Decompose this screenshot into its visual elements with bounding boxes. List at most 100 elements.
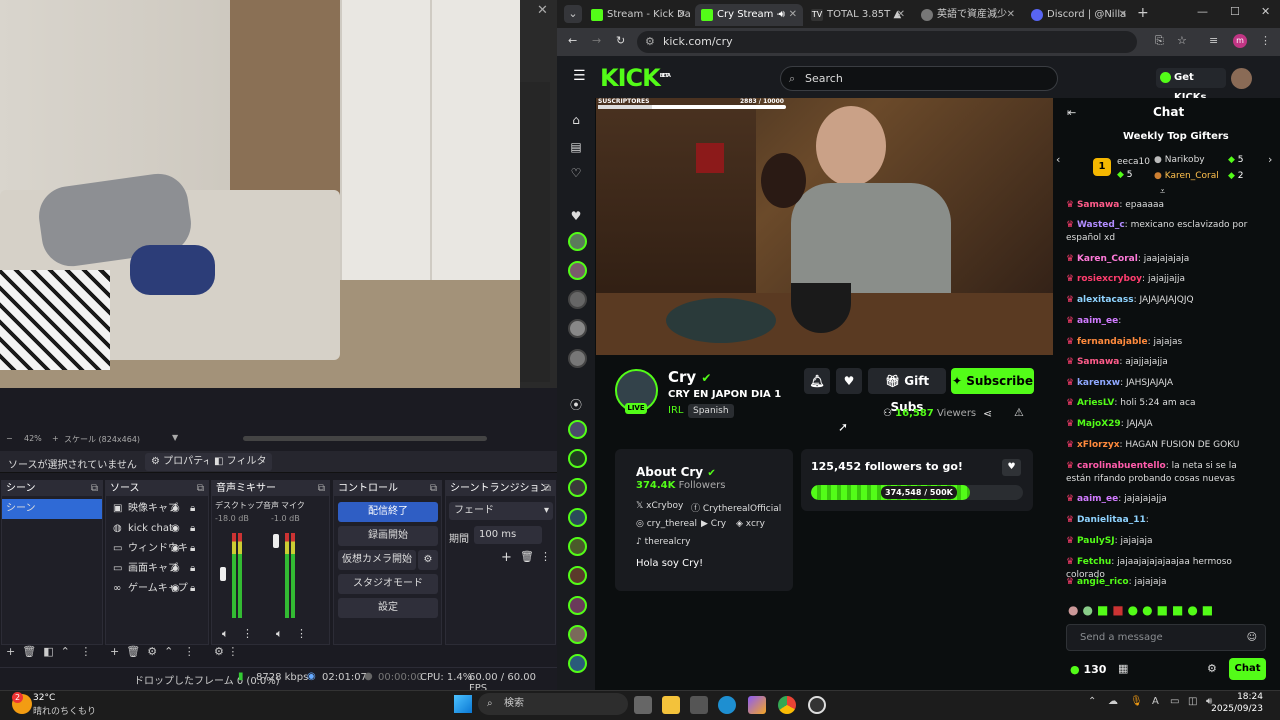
network-icon[interactable]: ◫ (1188, 696, 1197, 707)
gifter-name[interactable]: eeca10 (1117, 157, 1150, 167)
eye-icon[interactable]: ◉ (171, 539, 180, 559)
category-link[interactable]: IRL (668, 405, 683, 416)
gear-icon[interactable]: ⚙ (418, 550, 438, 570)
chat-username[interactable]: xFlorzyx (1077, 440, 1120, 450)
speaker-icon[interactable]: 🔈︎ (276, 627, 283, 641)
tab-total[interactable]: TV TOTAL 3.85T ▲ ✕ (805, 4, 911, 26)
gear-icon[interactable]: ⚙ (1207, 662, 1217, 675)
kebab-menu-icon[interactable]: ⋮ (242, 627, 253, 640)
kebab-menu-icon[interactable]: ⋮ (296, 627, 307, 640)
tab-japanese[interactable]: 英語で資産減少 ✕ (915, 4, 1021, 26)
channel-avatar[interactable] (568, 232, 587, 251)
channel-avatar[interactable] (568, 478, 587, 497)
plus-icon[interactable]: + (110, 645, 119, 658)
trash-icon[interactable]: 🗑︎ (22, 645, 36, 658)
kebab-menu-icon[interactable]: ⋮ (540, 550, 551, 563)
eye-icon[interactable]: ◉ (171, 499, 180, 519)
emote-icon[interactable]: ● (1068, 603, 1082, 617)
plus-icon[interactable]: + (52, 434, 59, 443)
profile-avatar[interactable]: m (1233, 34, 1247, 48)
plus-icon[interactable]: + (501, 550, 512, 565)
warning-icon[interactable]: ⚠ (1014, 406, 1024, 419)
forward-icon[interactable]: → (592, 34, 601, 47)
browse-icon[interactable]: ▤ (569, 140, 583, 154)
duration-input[interactable]: 100 ms (474, 526, 542, 544)
tab-cry[interactable]: Cry Stream - 🔊︎ ✕ (695, 4, 803, 26)
channel-avatar[interactable] (568, 654, 587, 673)
source-item[interactable]: ▣ 映像キャプ ◉ 🔒︎ (106, 499, 208, 519)
source-item[interactable]: ▭ 画面キャプ ◉ 🔒︎ (106, 559, 208, 579)
windows-start-icon[interactable] (454, 695, 472, 713)
reload-icon[interactable]: ↻ (616, 34, 625, 47)
tray-chevron-icon[interactable]: ⌃ (1088, 696, 1096, 707)
eye-icon[interactable]: ◉ (171, 519, 180, 539)
gifter-row[interactable]: ● Narikoby (1154, 155, 1205, 165)
mic-icon[interactable]: 🎙︎ (1130, 696, 1143, 707)
plus-icon[interactable]: + (6, 645, 15, 658)
close-icon[interactable]: ✕ (537, 3, 548, 18)
channel-avatar[interactable] (568, 625, 587, 644)
kick-logo[interactable]: KICKBETA (600, 64, 671, 92)
chat-username[interactable]: Wasted_c (1077, 220, 1125, 230)
chevron-right-icon[interactable]: › (1268, 153, 1272, 166)
channel-avatar[interactable] (568, 537, 587, 556)
store-icon[interactable]: ▦ (1118, 662, 1128, 675)
speaker-icon[interactable]: 🔈︎ (222, 627, 229, 641)
studio-mode-button[interactable]: スタジオモード (338, 574, 438, 594)
settings-icon[interactable]: ⚙ (214, 645, 224, 658)
dock-menu-icon[interactable]: ⧉ (197, 481, 204, 496)
chevron-up-icon[interactable]: ⌃ (164, 645, 173, 658)
minimize-icon[interactable]: — (1197, 5, 1208, 18)
horizontal-scrollbar[interactable] (243, 436, 487, 441)
settings-button[interactable]: 設定 (338, 598, 438, 618)
heart-icon[interactable]: ♥ (569, 209, 583, 223)
channel-avatar[interactable] (568, 349, 587, 368)
chevron-left-icon[interactable]: ‹ (1056, 153, 1060, 166)
lock-icon[interactable]: 🔒︎ (190, 579, 195, 599)
chat-username[interactable]: Fetchu (1077, 557, 1111, 567)
kebab-menu-icon[interactable]: ⋮ (1260, 34, 1271, 47)
channel-avatar[interactable] (568, 261, 587, 280)
obs-preview[interactable] (0, 0, 520, 388)
heart-icon[interactable]: ♥ (836, 368, 862, 394)
discord-link[interactable]: ◈ xcry (736, 519, 765, 529)
source-item[interactable]: ◍ kick chat ◉ 🔒︎ (106, 519, 208, 539)
close-icon[interactable]: ✕ (1007, 4, 1015, 26)
channel-avatar[interactable] (568, 290, 587, 309)
facebook-link[interactable]: ⓕ CrytherealOfficial (691, 501, 781, 514)
language-tag[interactable]: Spanish (688, 404, 734, 418)
instagram-link[interactable]: ◎ cry_thereal (636, 519, 697, 529)
close-icon[interactable]: ✕ (1119, 4, 1127, 26)
maximize-icon[interactable]: ☐ (1230, 5, 1240, 18)
store-icon[interactable] (690, 696, 708, 714)
get-kicks-button[interactable]: Get KICKs (1156, 68, 1226, 103)
emote-icon[interactable]: ■ (1097, 603, 1112, 617)
channel-avatar[interactable] (568, 319, 587, 338)
gear-icon[interactable]: ⚙ (147, 645, 157, 658)
video-player[interactable] (596, 98, 1053, 355)
desktop-volume-slider[interactable] (220, 567, 226, 581)
bell-icon[interactable]: 🔔︎ (804, 368, 830, 394)
live-radio-icon[interactable]: ⦿ (569, 396, 583, 412)
obs-icon[interactable] (808, 696, 826, 714)
channel-avatar[interactable] (568, 508, 587, 527)
emote-icon[interactable]: ■ (1172, 603, 1187, 617)
gift-subs-button[interactable]: 🎁︎ Gift Subs (868, 368, 946, 414)
emote-icon[interactable]: ● (1082, 603, 1096, 617)
virtual-camera-button[interactable]: 仮想カメラ開始 (338, 550, 416, 570)
taskbar-search[interactable]: ⌕ 検索 (478, 693, 628, 715)
kebab-menu-icon[interactable]: ⋮ (227, 645, 238, 658)
chat-username[interactable]: AriesLV (1077, 398, 1114, 408)
chrome-icon[interactable] (778, 696, 796, 714)
send-chat-button[interactable]: Chat (1229, 658, 1266, 680)
chat-username[interactable]: carolinabuentello (1077, 461, 1166, 471)
youtube-link[interactable]: ▶ Cry (701, 519, 726, 529)
collapse-chat-icon[interactable]: ⇤ (1067, 106, 1076, 119)
chat-input[interactable]: Send a message ☺ (1066, 624, 1266, 651)
media-icon[interactable]: ≡ (1209, 34, 1218, 47)
lock-icon[interactable]: 🔒︎ (190, 519, 195, 539)
gifter-row[interactable]: ● Karen_Coral (1154, 171, 1219, 181)
emote-icon[interactable]: ● (1128, 603, 1142, 617)
lock-icon[interactable]: 🔒︎ (190, 539, 195, 559)
emote-icon[interactable]: ● (1187, 603, 1201, 617)
